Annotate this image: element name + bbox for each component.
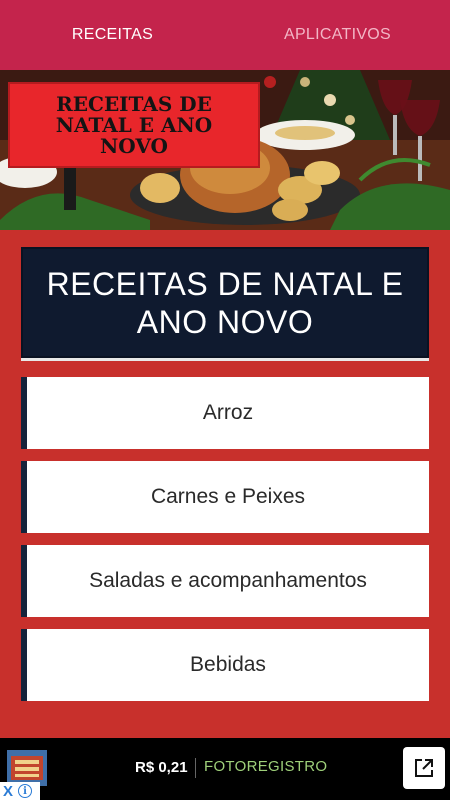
category-item-bebidas[interactable]: Bebidas (21, 629, 429, 701)
category-item-carnes-e-peixes[interactable]: Carnes e Peixes (21, 461, 429, 533)
hero-banner-image: RECEITAS DE NATAL E ANO NOVO (0, 70, 450, 230)
external-link-icon (415, 759, 433, 777)
ad-open-button[interactable] (403, 747, 445, 789)
ad-advertiser-name[interactable]: FOTOREGISTRO (204, 758, 327, 775)
ad-choices-badge[interactable]: X i (0, 782, 40, 800)
category-item-arroz[interactable]: Arroz (21, 377, 429, 449)
tab-aplicativos[interactable]: APLICATIVOS (225, 0, 450, 70)
page-title: RECEITAS DE NATAL E ANO NOVO (46, 265, 404, 340)
ad-product-image (7, 750, 47, 786)
ad-info-icon[interactable]: i (18, 784, 32, 798)
ad-divider (195, 758, 196, 778)
category-label: Carnes e Peixes (150, 485, 306, 508)
category-label: Bebidas (190, 653, 266, 676)
hero-banner-label: RECEITAS DE NATAL E ANO NOVO (8, 82, 260, 168)
category-label: Arroz (202, 401, 254, 424)
tab-receitas[interactable]: RECEITAS (0, 0, 225, 70)
page-title-card: RECEITAS DE NATAL E ANO NOVO (21, 247, 429, 358)
main-content: RECEITAS DE NATAL E ANO NOVO Arroz Carne… (0, 230, 450, 738)
ad-price: R$ 0,21 (135, 759, 188, 776)
tab-receitas-label: RECEITAS (71, 26, 154, 43)
ad-close-icon[interactable]: X (0, 783, 18, 800)
ad-banner[interactable]: R$ 0,21 FOTOREGISTRO (0, 738, 450, 800)
tab-aplicativos-label: APLICATIVOS (283, 26, 392, 43)
category-item-saladas[interactable]: Saladas e acompanhamentos (21, 545, 429, 617)
top-tab-bar: RECEITAS APLICATIVOS (0, 0, 450, 70)
ad-thumbnail-image[interactable] (7, 750, 47, 786)
hero-banner-text: RECEITAS DE NATAL E ANO NOVO (55, 91, 213, 158)
category-label: Saladas e acompanhamentos (89, 569, 367, 592)
